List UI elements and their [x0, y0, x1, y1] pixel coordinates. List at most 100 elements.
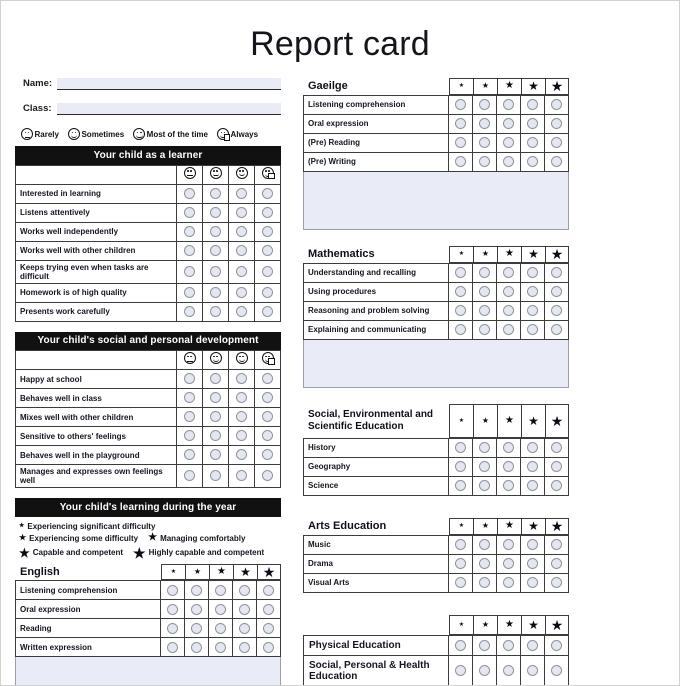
rating-cell[interactable] [202, 202, 229, 223]
rating-bubble[interactable] [262, 373, 273, 385]
rating-cell[interactable] [448, 113, 473, 134]
rating-cell[interactable] [472, 534, 497, 555]
rating-cell[interactable] [202, 301, 229, 322]
rating-cell[interactable] [520, 94, 545, 115]
rating-cell[interactable] [160, 580, 185, 601]
rating-cell[interactable] [496, 300, 521, 321]
comment-box-mathematics[interactable] [303, 339, 569, 388]
rating-bubble[interactable] [262, 187, 273, 199]
rating-cell[interactable] [254, 259, 281, 284]
rating-cell[interactable] [254, 240, 281, 261]
rating-cell[interactable] [544, 634, 569, 656]
rating-cell[interactable] [496, 113, 521, 134]
rating-cell[interactable] [448, 300, 473, 321]
rating-bubble[interactable] [210, 470, 221, 482]
rating-bubble[interactable] [479, 286, 490, 298]
rating-cell[interactable] [228, 259, 255, 284]
rating-bubble[interactable] [167, 584, 178, 596]
rating-bubble[interactable] [503, 156, 514, 168]
rating-cell[interactable] [228, 426, 255, 446]
rating-bubble[interactable] [191, 603, 202, 615]
rating-cell[interactable] [176, 240, 203, 261]
rating-bubble[interactable] [551, 639, 562, 651]
rating-bubble[interactable] [184, 244, 195, 256]
rating-bubble[interactable] [503, 480, 514, 492]
rating-cell[interactable] [202, 183, 229, 204]
rating-bubble[interactable] [527, 99, 538, 111]
rating-bubble[interactable] [236, 244, 247, 256]
rating-cell[interactable] [544, 437, 569, 458]
rating-cell[interactable] [472, 113, 497, 134]
rating-cell[interactable] [228, 240, 255, 261]
rating-cell[interactable] [176, 407, 203, 427]
rating-bubble[interactable] [236, 225, 247, 237]
rating-cell[interactable] [520, 654, 545, 685]
name-input[interactable] [57, 78, 281, 90]
rating-bubble[interactable] [551, 324, 562, 336]
rating-cell[interactable] [254, 183, 281, 204]
rating-bubble[interactable] [551, 286, 562, 298]
rating-bubble[interactable] [262, 225, 273, 237]
rating-cell[interactable] [202, 445, 229, 465]
rating-bubble[interactable] [479, 442, 490, 454]
rating-cell[interactable] [544, 456, 569, 477]
rating-cell[interactable] [232, 618, 257, 639]
rating-bubble[interactable] [455, 480, 466, 492]
rating-bubble[interactable] [503, 558, 514, 570]
rating-cell[interactable] [232, 580, 257, 601]
rating-cell[interactable] [228, 445, 255, 465]
rating-cell[interactable] [544, 475, 569, 496]
rating-cell[interactable] [176, 282, 203, 303]
rating-bubble[interactable] [239, 641, 250, 653]
rating-cell[interactable] [208, 637, 233, 658]
rating-cell[interactable] [520, 281, 545, 302]
rating-cell[interactable] [472, 456, 497, 477]
rating-cell[interactable] [448, 553, 473, 574]
rating-bubble[interactable] [455, 558, 466, 570]
rating-cell[interactable] [496, 319, 521, 340]
rating-bubble[interactable] [184, 265, 195, 277]
rating-bubble[interactable] [210, 373, 221, 385]
rating-cell[interactable] [544, 654, 569, 685]
rating-bubble[interactable] [455, 267, 466, 279]
rating-bubble[interactable] [527, 442, 538, 454]
rating-bubble[interactable] [479, 577, 490, 589]
rating-bubble[interactable] [167, 622, 178, 634]
rating-cell[interactable] [520, 132, 545, 153]
rating-cell[interactable] [472, 437, 497, 458]
rating-bubble[interactable] [455, 639, 466, 651]
rating-cell[interactable] [448, 475, 473, 496]
rating-cell[interactable] [176, 259, 203, 284]
rating-cell[interactable] [176, 369, 203, 389]
rating-bubble[interactable] [236, 206, 247, 218]
rating-bubble[interactable] [262, 392, 273, 404]
rating-cell[interactable] [520, 113, 545, 134]
rating-bubble[interactable] [236, 187, 247, 199]
rating-bubble[interactable] [262, 265, 273, 277]
rating-bubble[interactable] [479, 324, 490, 336]
rating-cell[interactable] [176, 445, 203, 465]
rating-cell[interactable] [472, 132, 497, 153]
rating-bubble[interactable] [167, 603, 178, 615]
rating-bubble[interactable] [551, 267, 562, 279]
rating-bubble[interactable] [455, 665, 466, 677]
rating-cell[interactable] [202, 240, 229, 261]
rating-cell[interactable] [448, 151, 473, 172]
rating-cell[interactable] [520, 319, 545, 340]
rating-bubble[interactable] [551, 480, 562, 492]
rating-bubble[interactable] [455, 99, 466, 111]
rating-cell[interactable] [160, 599, 185, 620]
rating-bubble[interactable] [455, 577, 466, 589]
rating-cell[interactable] [184, 637, 209, 658]
rating-bubble[interactable] [191, 622, 202, 634]
rating-bubble[interactable] [455, 137, 466, 149]
rating-bubble[interactable] [184, 206, 195, 218]
rating-bubble[interactable] [191, 641, 202, 653]
rating-bubble[interactable] [527, 305, 538, 317]
rating-cell[interactable] [496, 553, 521, 574]
rating-bubble[interactable] [551, 461, 562, 473]
rating-cell[interactable] [472, 300, 497, 321]
rating-bubble[interactable] [184, 305, 195, 317]
rating-bubble[interactable] [210, 206, 221, 218]
rating-cell[interactable] [232, 637, 257, 658]
